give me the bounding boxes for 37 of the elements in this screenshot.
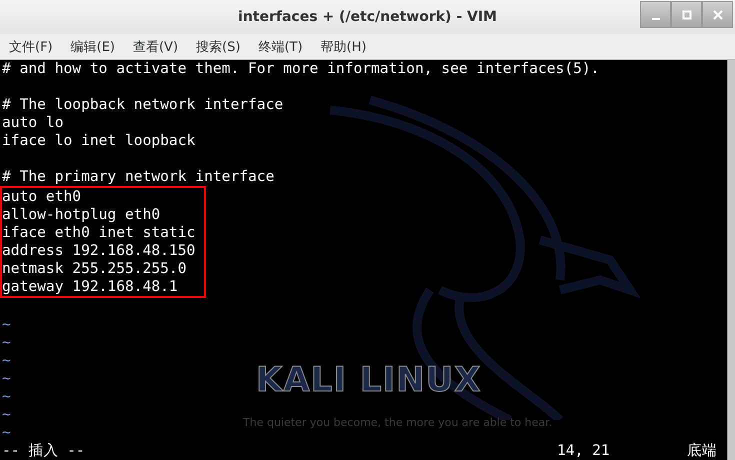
code-line: allow-hotplug eth0 bbox=[2, 206, 160, 223]
maximize-button[interactable] bbox=[671, 1, 702, 28]
minimize-button[interactable] bbox=[640, 1, 671, 28]
menu-item[interactable]: 终端(T) bbox=[253, 38, 308, 56]
code-line: iface eth0 inet static bbox=[2, 224, 196, 241]
close-icon bbox=[712, 10, 722, 20]
cursor-position: 14, 21 bbox=[557, 442, 611, 460]
empty-line-marker: ~ bbox=[2, 370, 11, 387]
maximize-icon bbox=[682, 10, 692, 20]
code-line: netmask 255.255.255.0 bbox=[2, 260, 187, 277]
menu-item[interactable]: 搜索(S) bbox=[191, 38, 246, 56]
code-line: auto lo bbox=[2, 114, 64, 131]
logo-text: KALI LINUX bbox=[256, 360, 482, 400]
code-line: gateway 192.168.48.1 bbox=[2, 278, 178, 295]
code-line: # and how to activate them. For more information, see interfaces(5). bbox=[2, 60, 600, 77]
code-line: # The primary network interface bbox=[2, 168, 274, 185]
code-line: # The loopback network interface bbox=[2, 96, 284, 113]
window-title: interfaces + (/etc/network) - VIM bbox=[238, 9, 497, 25]
code-line: iface lo inet loopback bbox=[2, 132, 196, 149]
empty-line-marker: ~ bbox=[2, 334, 11, 351]
empty-line-marker: ~ bbox=[2, 406, 11, 423]
menu-item[interactable]: 文件(F) bbox=[4, 38, 58, 56]
scrollbar[interactable] bbox=[727, 60, 735, 460]
close-button[interactable] bbox=[702, 1, 733, 28]
menu-item[interactable]: 帮助(H) bbox=[316, 38, 372, 56]
minimize-icon bbox=[652, 18, 660, 20]
code-line: address 192.168.48.150 bbox=[2, 242, 196, 259]
scroll-position: 底端 bbox=[687, 442, 718, 460]
menu-item[interactable]: 查看(V) bbox=[128, 38, 184, 56]
tagline-text: The quieter you become, the more you are able to hear. bbox=[243, 416, 552, 429]
empty-line-marker: ~ bbox=[2, 388, 11, 405]
empty-line-marker: ~ bbox=[2, 316, 11, 333]
menu-item[interactable]: 编辑(E) bbox=[66, 38, 120, 56]
mode-indicator: -- 插入 -- bbox=[2, 442, 86, 460]
empty-line-marker: ~ bbox=[2, 352, 11, 369]
empty-line-marker: ~ bbox=[2, 424, 11, 441]
code-line: auto eth0 bbox=[2, 188, 82, 205]
